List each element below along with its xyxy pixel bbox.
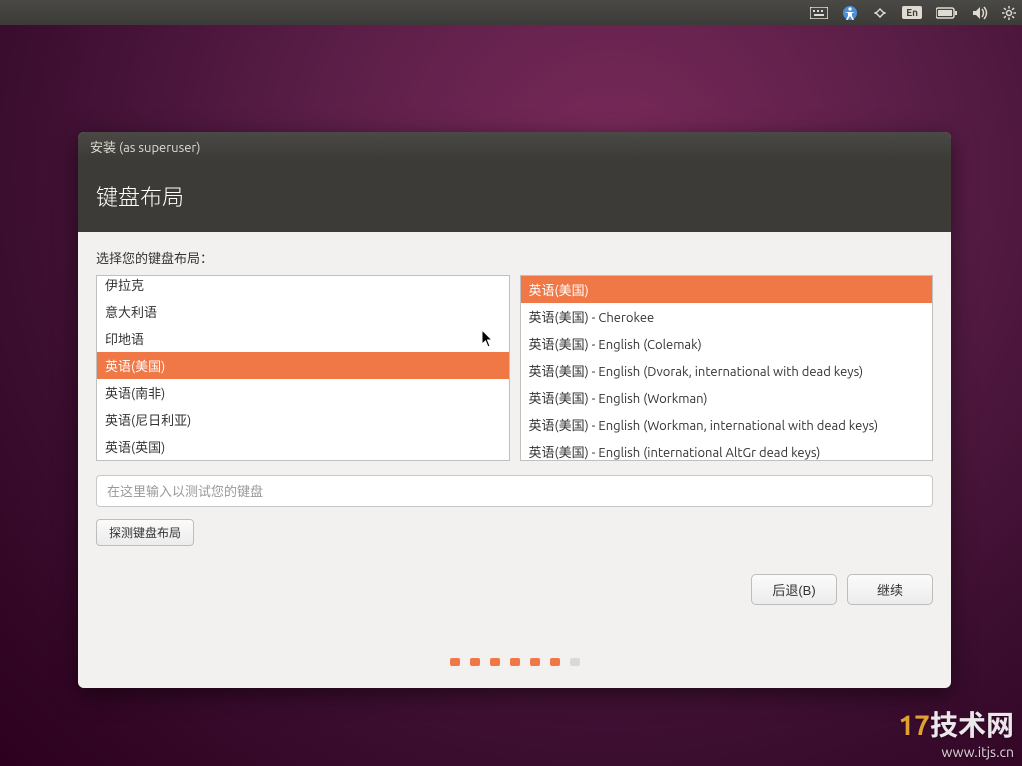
list-item[interactable]: 英语(尼日利亚) bbox=[97, 406, 509, 433]
progress-dot bbox=[510, 658, 520, 666]
list-item[interactable]: 英语(美国) bbox=[97, 352, 509, 379]
layout-lists: 伊拉克意大利语印地语英语(美国)英语(南非)英语(尼日利亚)英语(英国) 英语(… bbox=[96, 275, 933, 461]
keyboard-indicator-icon[interactable] bbox=[810, 7, 828, 19]
top-menubar: En bbox=[0, 0, 1022, 25]
progress-dot bbox=[550, 658, 560, 666]
watermark-logo-part2: 技术网 bbox=[930, 710, 1014, 741]
battery-icon[interactable] bbox=[936, 7, 958, 19]
settings-gear-icon[interactable] bbox=[1002, 6, 1016, 20]
layout-variant-listbox[interactable]: 英语(美国)英语(美国) - Cherokee英语(美国) - English … bbox=[520, 275, 934, 461]
progress-dot bbox=[530, 658, 540, 666]
content-area: 选择您的键盘布局： 伊拉克意大利语印地语英语(美国)英语(南非)英语(尼日利亚)… bbox=[78, 232, 951, 688]
list-item[interactable]: 印地语 bbox=[97, 325, 509, 352]
watermark: 17技术网 www.itjs.cn bbox=[898, 704, 1014, 760]
progress-dot bbox=[470, 658, 480, 666]
progress-dots bbox=[78, 658, 951, 666]
installer-window: 安装 (as superuser) 键盘布局 选择您的键盘布局： 伊拉克意大利语… bbox=[78, 132, 951, 688]
list-item[interactable]: 英语(美国) - English (Dvorak, international … bbox=[521, 357, 933, 384]
list-item[interactable]: 意大利语 bbox=[97, 298, 509, 325]
list-item[interactable]: 英语(南非) bbox=[97, 379, 509, 406]
volume-icon[interactable] bbox=[972, 6, 988, 20]
keyboard-test-input[interactable] bbox=[96, 475, 933, 507]
list-item[interactable]: 英语(美国) - Cherokee bbox=[521, 303, 933, 330]
watermark-url: www.itjs.cn bbox=[898, 744, 1014, 760]
layout-language-listbox[interactable]: 伊拉克意大利语印地语英语(美国)英语(南非)英语(尼日利亚)英语(英国) bbox=[96, 275, 510, 461]
list-item[interactable]: 英语(美国) - English (Colemak) bbox=[521, 330, 933, 357]
list-item[interactable]: 英语(美国) - English (Workman) bbox=[521, 384, 933, 411]
page-heading: 键盘布局 bbox=[96, 180, 184, 212]
back-button[interactable]: 后退(B) bbox=[751, 574, 837, 605]
window-title: 安装 (as superuser) bbox=[90, 137, 200, 156]
language-indicator[interactable]: En bbox=[902, 6, 922, 19]
continue-button[interactable]: 继续 bbox=[847, 574, 933, 605]
accessibility-icon[interactable] bbox=[842, 5, 858, 21]
window-titlebar[interactable]: 安装 (as superuser) bbox=[78, 132, 951, 160]
network-icon[interactable] bbox=[872, 6, 888, 20]
page-heading-bar: 键盘布局 bbox=[78, 160, 951, 232]
list-item[interactable]: 英语(英国) bbox=[97, 433, 509, 460]
progress-dot bbox=[450, 658, 460, 666]
detect-layout-button[interactable]: 探测键盘布局 bbox=[96, 519, 194, 546]
choose-layout-prompt: 选择您的键盘布局： bbox=[96, 248, 933, 267]
watermark-logo-part1: 17 bbox=[898, 710, 930, 741]
nav-button-row: 后退(B) 继续 bbox=[96, 574, 933, 605]
list-item[interactable]: 英语(美国) bbox=[521, 276, 933, 303]
progress-dot bbox=[490, 658, 500, 666]
list-item[interactable]: 伊拉克 bbox=[97, 275, 509, 298]
progress-dot bbox=[570, 658, 580, 666]
list-item[interactable]: 英语(美国) - English (Workman, international… bbox=[521, 411, 933, 438]
list-item[interactable]: 英语(美国) - English (international AltGr de… bbox=[521, 438, 933, 461]
